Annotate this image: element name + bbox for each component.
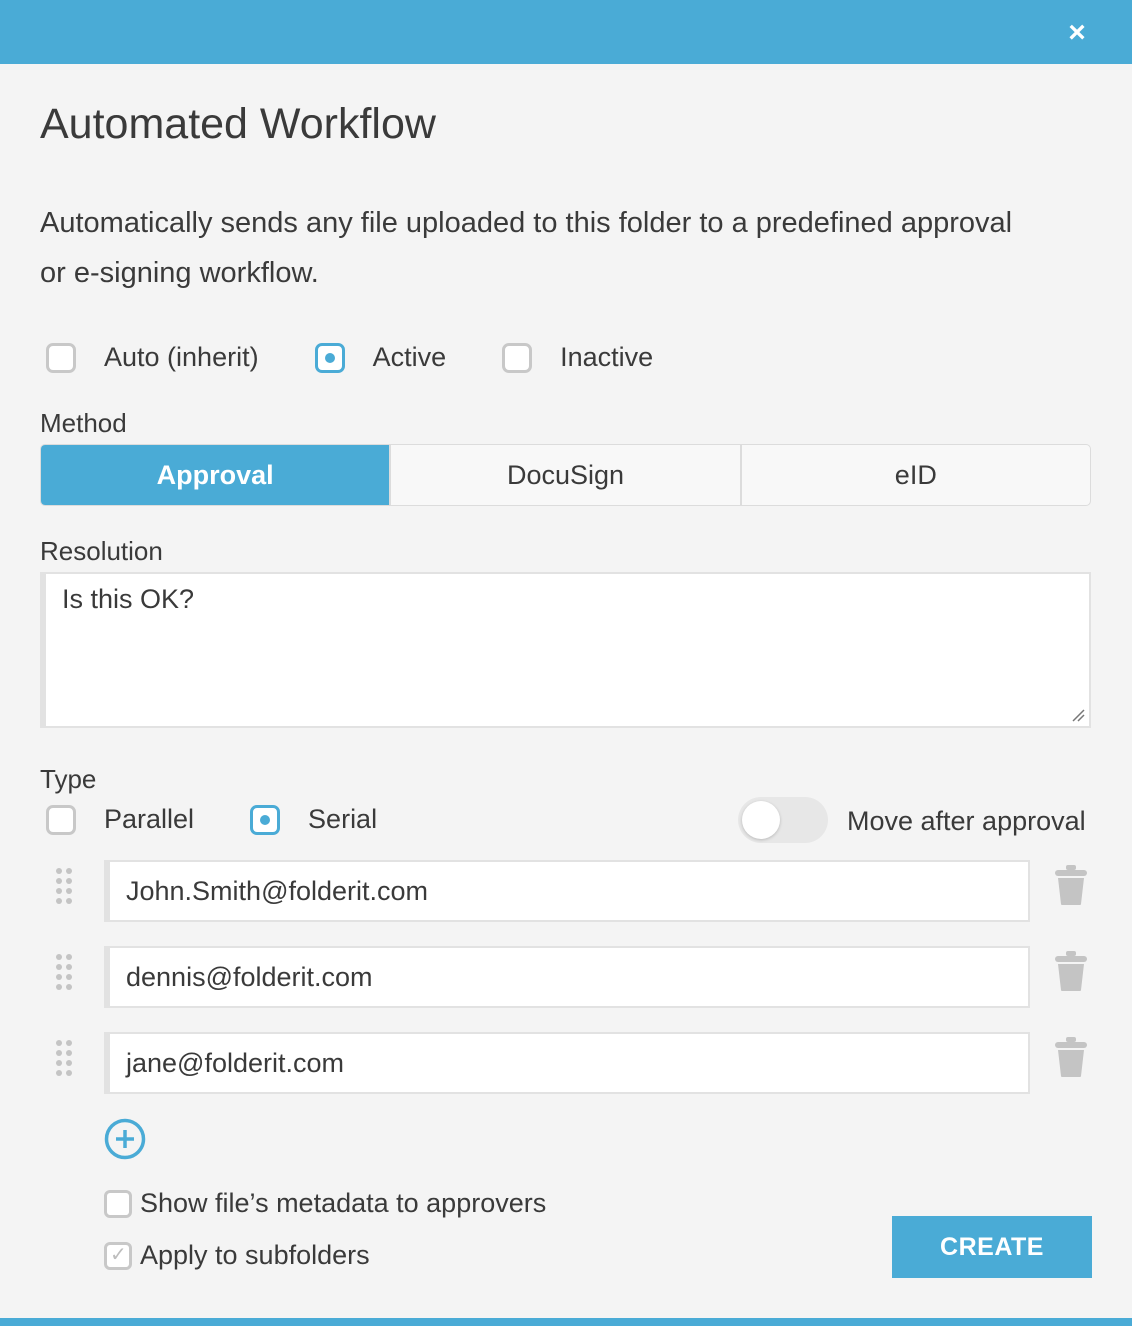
status-option-label: Auto (inherit) bbox=[104, 342, 259, 372]
status-option-label: Active bbox=[372, 342, 447, 372]
show-metadata-checkbox-row[interactable]: Show file’s metadata to approvers bbox=[104, 1188, 546, 1219]
status-option-auto[interactable]: Auto (inherit) bbox=[46, 342, 259, 373]
apply-subfolders-checkbox[interactable] bbox=[104, 1241, 132, 1270]
type-option-serial[interactable]: Serial bbox=[250, 804, 377, 835]
add-approver-icon[interactable] bbox=[104, 1118, 146, 1160]
status-option-label: Inactive bbox=[560, 342, 654, 372]
drag-handle-icon[interactable] bbox=[56, 954, 72, 992]
move-after-approval-toggle[interactable] bbox=[738, 797, 828, 843]
resolution-label: Resolution bbox=[40, 536, 163, 566]
method-approval-button[interactable]: Approval bbox=[41, 445, 392, 505]
dialog-title: Automated Workflow bbox=[40, 100, 436, 148]
radio-auto[interactable] bbox=[46, 342, 76, 373]
type-option-label: Parallel bbox=[104, 804, 195, 834]
approver-email-input[interactable]: John.Smith@folderit.com bbox=[104, 860, 1030, 922]
resolution-textarea[interactable]: Is this OK? bbox=[40, 572, 1091, 728]
approver-email-input[interactable]: jane@folderit.com bbox=[104, 1032, 1030, 1094]
toggle-knob bbox=[742, 801, 780, 839]
trash-icon[interactable] bbox=[1054, 864, 1088, 906]
drag-handle-icon[interactable] bbox=[56, 1040, 72, 1078]
apply-subfolders-label: Apply to subfolders bbox=[140, 1240, 370, 1270]
method-eid-button[interactable]: eID bbox=[742, 445, 1090, 505]
dialog-description: Automatically sends any file uploaded to… bbox=[40, 207, 1013, 289]
type-option-parallel[interactable]: Parallel bbox=[46, 804, 194, 835]
move-after-approval-label: Move after approval bbox=[847, 806, 1086, 836]
apply-subfolders-checkbox-row[interactable]: Apply to subfolders bbox=[104, 1240, 370, 1271]
resolution-text: Is this OK? bbox=[62, 584, 195, 614]
drag-handle-icon[interactable] bbox=[56, 868, 72, 906]
approver-email-input[interactable]: dennis@folderit.com bbox=[104, 946, 1030, 1008]
trash-icon[interactable] bbox=[1054, 950, 1088, 992]
radio-serial[interactable] bbox=[250, 804, 281, 835]
trash-icon[interactable] bbox=[1054, 1036, 1088, 1078]
create-button[interactable]: CREATE bbox=[892, 1216, 1092, 1278]
dialog-header-bar: × bbox=[0, 0, 1132, 64]
type-label: Type bbox=[40, 764, 97, 794]
method-docusign-button[interactable]: DocuSign bbox=[391, 445, 742, 505]
approver-row: jane@folderit.com bbox=[40, 1032, 1100, 1094]
approver-row: John.Smith@folderit.com bbox=[40, 860, 1100, 922]
radio-active[interactable] bbox=[314, 342, 345, 373]
status-option-inactive[interactable]: Inactive bbox=[502, 342, 653, 373]
close-icon[interactable]: × bbox=[1062, 18, 1092, 48]
status-radio-group: Auto (inherit) Active Inactive bbox=[46, 342, 653, 373]
resize-grip-icon[interactable] bbox=[1071, 708, 1085, 722]
method-segmented-control: Approval DocuSign eID bbox=[40, 444, 1091, 506]
method-label: Method bbox=[40, 408, 127, 438]
show-metadata-label: Show file’s metadata to approvers bbox=[140, 1188, 547, 1218]
radio-inactive[interactable] bbox=[502, 342, 533, 373]
type-option-label: Serial bbox=[308, 804, 378, 834]
approver-row: dennis@folderit.com bbox=[40, 946, 1100, 1008]
show-metadata-checkbox[interactable] bbox=[104, 1189, 132, 1218]
type-radio-group: Parallel Serial bbox=[46, 804, 377, 835]
radio-parallel[interactable] bbox=[46, 804, 76, 835]
dialog-footer-bar bbox=[0, 1318, 1132, 1326]
status-option-active[interactable]: Active bbox=[314, 342, 447, 373]
